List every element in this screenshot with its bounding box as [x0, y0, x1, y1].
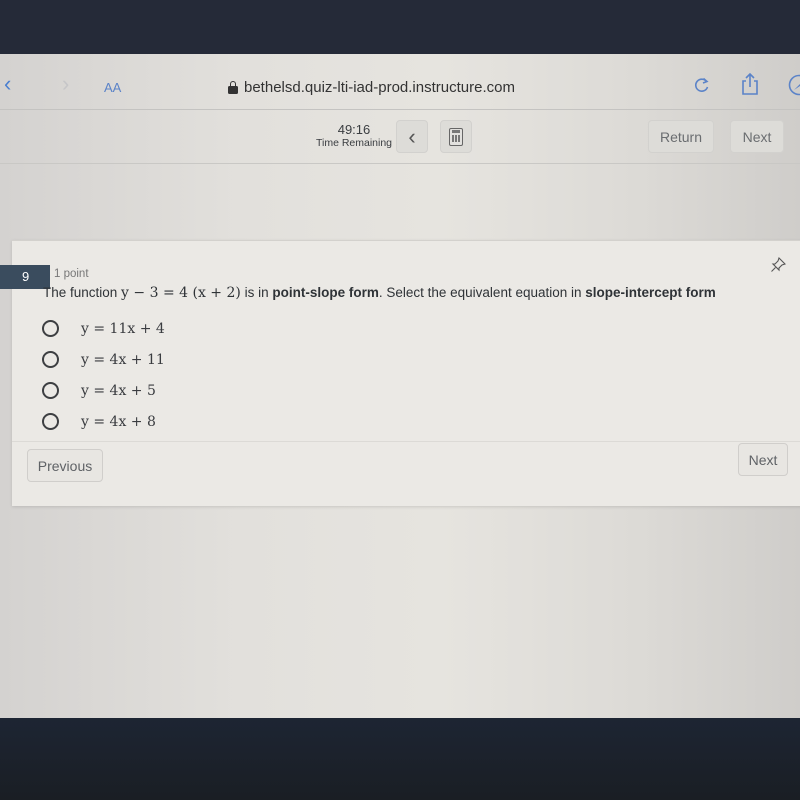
reader-settings-button[interactable]: AA	[104, 80, 121, 95]
pin-icon[interactable]	[770, 257, 786, 273]
answer-option[interactable]: y = 11x + 4	[42, 313, 165, 344]
question-card: 9 1 point The function y − 3 = 4 (x + 2)…	[0, 240, 800, 506]
device-bezel-bottom	[0, 718, 800, 800]
compass-icon[interactable]	[788, 74, 800, 96]
calculator-icon	[449, 127, 463, 146]
lock-icon	[228, 80, 238, 94]
timer-value: 49:16	[337, 122, 371, 137]
chevron-right-icon[interactable]: ›	[62, 73, 78, 95]
calculator-button[interactable]	[440, 120, 472, 153]
answer-option[interactable]: y = 4x + 8	[42, 406, 165, 437]
radio-button[interactable]	[42, 351, 59, 368]
term-slope-intercept: slope-intercept form	[585, 285, 716, 300]
collapse-timer-button[interactable]: ‹	[396, 120, 428, 153]
answer-list: y = 11x + 4 y = 4x + 11 y = 4x + 5 y = 4…	[42, 313, 165, 437]
answer-option[interactable]: y = 4x + 11	[42, 344, 165, 375]
next-button-top[interactable]: Next	[730, 120, 784, 153]
radio-button[interactable]	[42, 382, 59, 399]
radio-button[interactable]	[42, 413, 59, 430]
answer-label: y = 11x + 4	[81, 320, 165, 337]
divider	[12, 441, 800, 442]
device-bezel-top	[0, 0, 800, 54]
timer: 49:16 Time Remaining	[312, 122, 396, 150]
timer-label: Time Remaining	[315, 137, 393, 149]
browser-toolbar: ‹ › AA bethelsd.quiz-lti-iad-prod.instru…	[0, 54, 800, 110]
point-slope-equation: y − 3 = 4 (x + 2)	[121, 285, 241, 301]
url-text: bethelsd.quiz-lti-iad-prod.instructure.c…	[244, 78, 515, 96]
answer-label: y = 4x + 5	[81, 382, 156, 399]
quiz-header: 49:16 Time Remaining ‹ Return Next	[0, 110, 800, 164]
question-points: 1 point	[54, 268, 89, 280]
question-prompt: The function y − 3 = 4 (x + 2) is in poi…	[43, 285, 716, 301]
share-icon[interactable]	[740, 72, 760, 96]
browser-screen: ‹ › AA bethelsd.quiz-lti-iad-prod.instru…	[0, 54, 800, 718]
next-button[interactable]: Next	[738, 443, 788, 476]
answer-label: y = 4x + 8	[81, 413, 156, 430]
term-point-slope: point-slope form	[272, 285, 379, 300]
chevron-left-icon[interactable]: ‹	[4, 73, 20, 95]
address-bar[interactable]: bethelsd.quiz-lti-iad-prod.instructure.c…	[228, 78, 515, 96]
radio-button[interactable]	[42, 320, 59, 337]
reload-icon[interactable]	[693, 76, 711, 94]
previous-button[interactable]: Previous	[27, 449, 103, 482]
answer-option[interactable]: y = 4x + 5	[42, 375, 165, 406]
return-button[interactable]: Return	[648, 120, 714, 153]
chevron-left-icon: ‹	[408, 123, 416, 149]
answer-label: y = 4x + 11	[81, 351, 165, 368]
